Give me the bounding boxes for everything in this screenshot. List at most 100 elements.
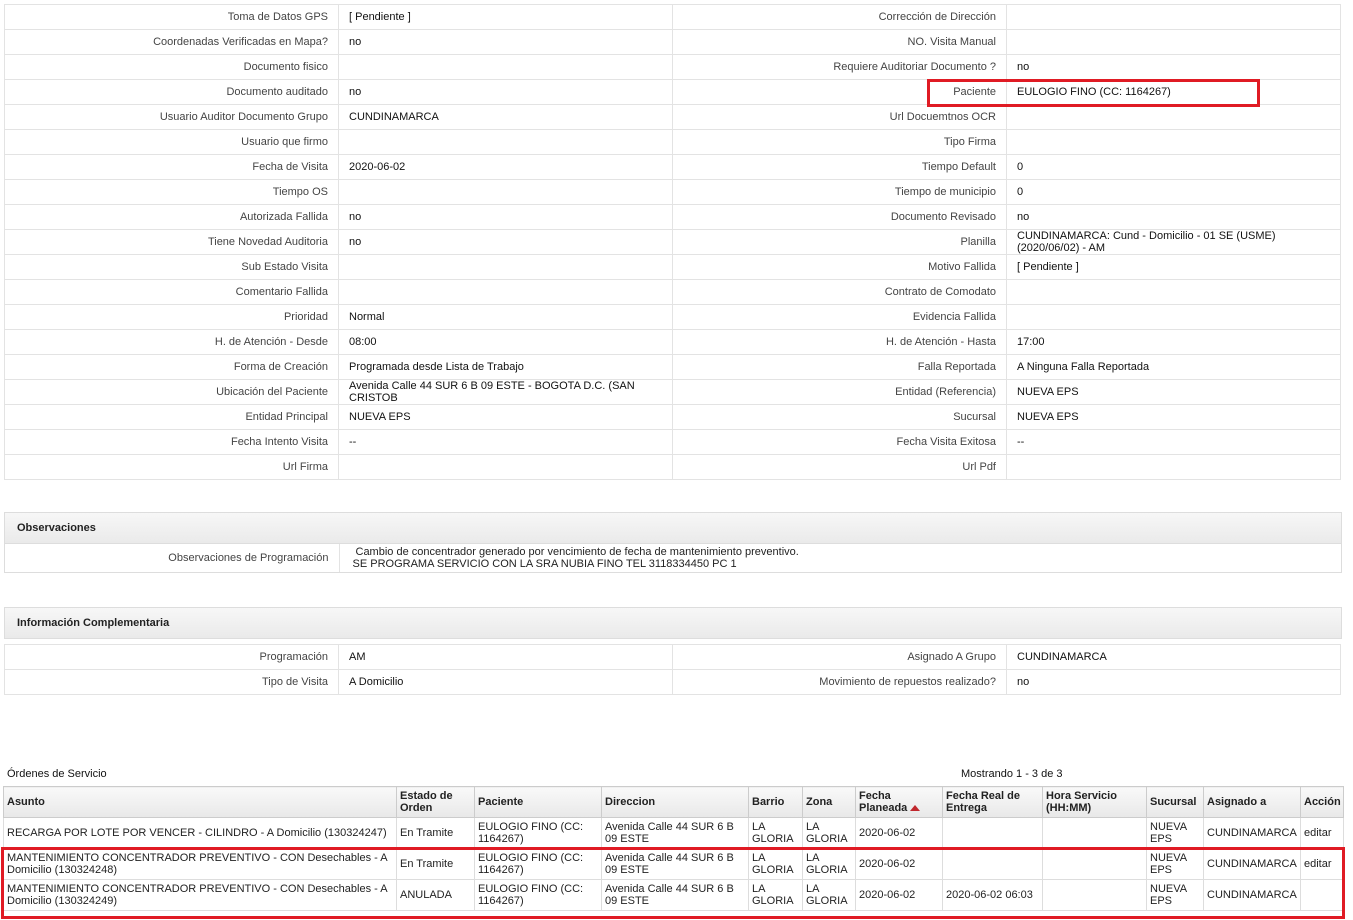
sort-ascending-icon[interactable] (910, 805, 921, 812)
order-action-cell: editar (1300, 817, 1344, 849)
order-direccion-cell: Avenida Calle 44 SUR 6 B 09 ESTE (601, 879, 749, 911)
detail-label: Documento fisico (4, 54, 339, 80)
order-direccion-cell: Avenida Calle 44 SUR 6 B 09 ESTE (601, 817, 749, 849)
detail-label: Url Firma (4, 454, 339, 480)
detail-label: Corrección de Dirección (672, 4, 1007, 30)
detail-value: -- (338, 429, 673, 455)
detail-row: Tiene Novedad Auditoria no Planilla CUNDINA… (4, 229, 1341, 255)
detail-value: no (338, 79, 673, 105)
column-header-label: Hora Servicio (HH:MM) (1046, 790, 1117, 814)
detail-value (338, 254, 673, 280)
detail-value (338, 54, 673, 80)
column-header-label: Asignado a (1207, 796, 1267, 808)
detail-value: CUNDINAMARCA: Cund - Domicilio - 01 SE (… (1006, 229, 1341, 255)
detail-row: Coordenadas Verificadas en Mapa? no NO. Vi… (4, 29, 1341, 55)
column-header[interactable]: Zona (802, 786, 856, 818)
detail-value (1006, 129, 1341, 155)
observaciones-section: Observaciones Observaciones de Programac… (4, 512, 1342, 573)
column-header[interactable]: Asignado a (1203, 786, 1301, 818)
detail-row: Url Firma Url Pdf (4, 454, 1341, 480)
order-action-cell (1300, 879, 1344, 911)
detail-label: Tiempo Default (672, 154, 1007, 180)
order-hora-cell (1042, 879, 1147, 911)
detail-label: Sub Estado Visita (4, 254, 339, 280)
column-header[interactable]: Acción (1300, 786, 1344, 818)
detail-label: NO. Visita Manual (672, 29, 1007, 55)
detail-value: -- (1006, 429, 1341, 455)
detail-row: Tiempo OS Tiempo de municipio 0 (4, 179, 1341, 205)
column-header[interactable]: Asunto (3, 786, 397, 818)
detail-label: Programación (4, 644, 339, 670)
order-hora-cell (1042, 848, 1147, 880)
detail-row: Fecha de Visita 2020-06-02 Tiempo Default 0 (4, 154, 1341, 180)
detail-label: Paciente (672, 79, 1007, 105)
order-sucursal-cell: NUEVA EPS (1146, 879, 1204, 911)
detail-value: 0 (1006, 154, 1341, 180)
column-header[interactable]: Barrio (748, 786, 803, 818)
detail-label: Entidad (Referencia) (672, 379, 1007, 405)
order-paciente-cell: EULOGIO FINO (CC: 1164267) (474, 817, 602, 849)
detail-row: Fecha Intento Visita -- Fecha Visita Exito… (4, 429, 1341, 455)
order-direccion-cell: Avenida Calle 44 SUR 6 B 09 ESTE (601, 848, 749, 880)
complementaria-row: Programación AM Asignado A Grupo CUNDINAMAR… (4, 644, 1341, 670)
detail-value: CUNDINAMARCA (1006, 644, 1341, 670)
column-header[interactable]: Fecha Planeada (855, 786, 943, 818)
observaciones-label: Observaciones de Programación (5, 544, 340, 572)
detail-row: Toma de Datos GPS[ Pendiente ] Corrección… (4, 4, 1341, 30)
detail-row: Usuario Auditor Documento Grupo CUNDINAMA… (4, 104, 1341, 130)
detail-value: NUEVA EPS (338, 404, 673, 430)
detail-value: 08:00 (338, 329, 673, 355)
order-fecha-real-cell: 2020-06-02 06:03 (942, 879, 1043, 911)
detail-label: Fecha de Visita (4, 154, 339, 180)
detail-value: NUEVA EPS (1006, 379, 1341, 405)
column-header-label: Fecha Planeada (859, 790, 908, 814)
detail-label: Asignado A Grupo (672, 644, 1007, 670)
detail-value (338, 179, 673, 205)
column-header[interactable]: Paciente (474, 786, 602, 818)
detail-label: Entidad Principal (4, 404, 339, 430)
detail-value (338, 129, 673, 155)
table-row: MANTENIMIENTO CONCENTRADOR PREVENTIVO - … (3, 848, 1344, 880)
edit-link[interactable]: editar (1304, 858, 1332, 870)
order-sucursal-cell: NUEVA EPS (1146, 817, 1204, 849)
column-header-label: Direccion (605, 796, 656, 808)
detail-label: Prioridad (4, 304, 339, 330)
column-header-label: Paciente (478, 796, 524, 808)
order-paciente-cell: EULOGIO FINO (CC: 1164267) (474, 879, 602, 911)
detail-value: Programada desde Lista de Trabajo (338, 354, 673, 380)
detail-label: Requiere Auditoriar Documento ? (672, 54, 1007, 80)
detail-label: Tiene Novedad Auditoria (4, 229, 339, 255)
complementaria-section: Información Complementaria (4, 607, 1342, 639)
column-header[interactable]: Hora Servicio (HH:MM) (1042, 786, 1147, 818)
detail-row: Forma de Creación Programada desde Lista … (4, 354, 1341, 380)
orders-table: Asunto Estado de Orden Paciente Direccion Ba… (3, 786, 1344, 911)
detail-value: no (338, 229, 673, 255)
detail-value: 0 (1006, 179, 1341, 205)
column-header-label: Fecha Real de Entrega (946, 790, 1020, 814)
detail-label: Motivo Fallida (672, 254, 1007, 280)
column-header[interactable]: Sucursal (1146, 786, 1204, 818)
order-asunto-cell: MANTENIMIENTO CONCENTRADOR PREVENTIVO - … (3, 848, 397, 880)
detail-value: no (338, 204, 673, 230)
detail-label: Url Docuemtnos OCR (672, 104, 1007, 130)
order-estado-cell: En Tramite (396, 817, 475, 849)
detail-value: no (1006, 669, 1341, 695)
order-barrio-cell: LA GLORIA (748, 879, 803, 911)
column-header-label: Acción (1304, 796, 1341, 808)
detail-value (1006, 304, 1341, 330)
order-barrio-cell: LA GLORIA (748, 848, 803, 880)
column-header-label: Sucursal (1150, 796, 1197, 808)
order-asignado-cell: CUNDINAMARCA (1203, 817, 1301, 849)
observaciones-line-2: SE PROGRAMA SERVICIO CON LA SRA NUBIA FI… (352, 558, 737, 570)
column-header[interactable]: Estado de Orden (396, 786, 475, 818)
visit-details-table: Toma de Datos GPS[ Pendiente ] Corrección… (4, 4, 1341, 480)
detail-row: Comentario Fallida Contrato de Comodato (4, 279, 1341, 305)
order-asunto-cell: RECARGA POR LOTE POR VENCER - CILINDRO -… (3, 817, 397, 849)
column-header[interactable]: Fecha Real de Entrega (942, 786, 1043, 818)
detail-value: CUNDINAMARCA (338, 104, 673, 130)
edit-link[interactable]: editar (1304, 827, 1332, 839)
column-header[interactable]: Direccion (601, 786, 749, 818)
column-header-label: Estado de Orden (400, 790, 453, 814)
order-zona-cell: LA GLORIA (802, 817, 856, 849)
detail-value (1006, 279, 1341, 305)
